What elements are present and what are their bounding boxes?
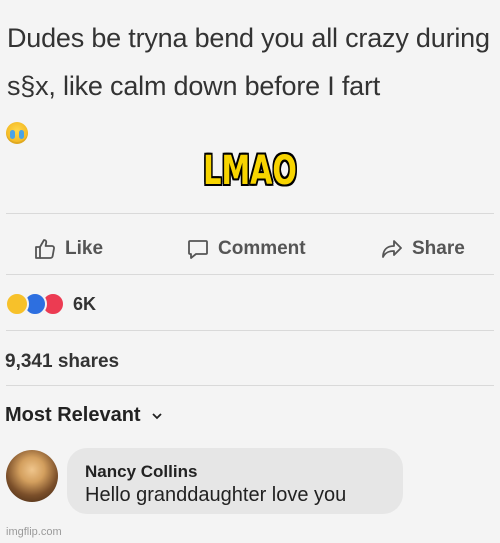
comment-bubble: Nancy Collins Hello granddaughter love y… xyxy=(67,448,403,514)
divider xyxy=(6,213,494,214)
comment-icon xyxy=(188,240,208,259)
crying-laughing-emoji-icon xyxy=(6,122,28,144)
comment-label: Comment xyxy=(218,238,306,259)
like-label: Like xyxy=(65,238,104,259)
share-count[interactable]: 9,341 shares xyxy=(5,351,119,373)
comments-sort-label: Most Relevant xyxy=(5,404,141,426)
avatar[interactable] xyxy=(6,450,58,502)
post-text: Dudes be tryna bend you all crazy during… xyxy=(7,23,490,101)
watermark: imgflip.com xyxy=(6,526,62,538)
divider xyxy=(6,274,494,275)
reaction-count: 6K xyxy=(73,293,97,314)
divider xyxy=(6,330,494,331)
comment-author[interactable]: Nancy Collins xyxy=(85,462,197,482)
share-button[interactable]: Share xyxy=(380,232,465,266)
reactions-summary[interactable]: 6K xyxy=(5,292,96,316)
share-arrow-icon xyxy=(382,240,402,258)
haha-icon xyxy=(5,292,29,316)
comments-sort-dropdown[interactable]: Most Relevant xyxy=(5,404,163,427)
chevron-down-icon xyxy=(151,412,162,419)
like-button[interactable]: Like xyxy=(33,232,103,266)
post-action-bar: Like Comment Share xyxy=(0,232,500,266)
divider xyxy=(6,385,494,386)
thumbs-up-icon xyxy=(35,239,55,259)
comment-text: Hello granddaughter love you xyxy=(85,484,347,506)
comment-button[interactable]: Comment xyxy=(186,232,306,266)
meme-caption: LMAO xyxy=(203,148,297,194)
share-label: Share xyxy=(412,238,465,259)
